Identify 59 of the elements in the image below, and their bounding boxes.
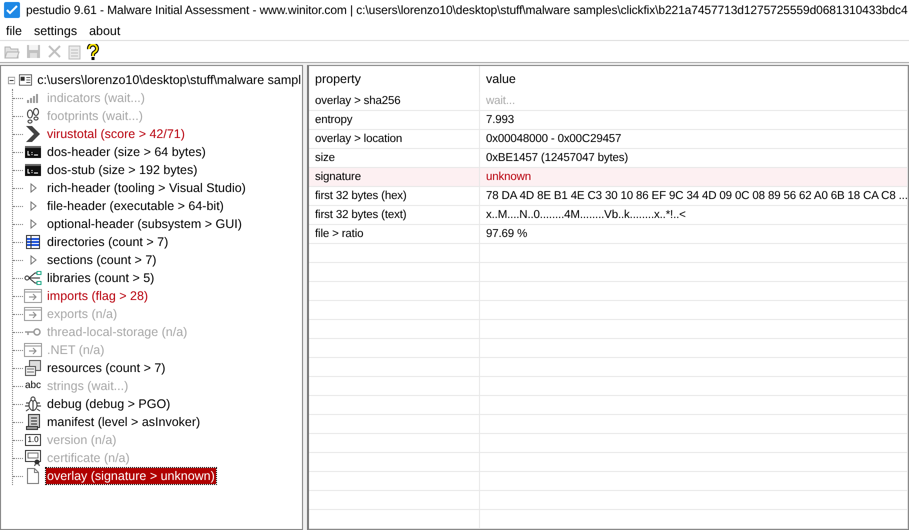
table-cell: 78 DA 4D 8E B1 4E C3 30 10 86 EF 9C 34 4D 09 0C 08 89 56 62 A0 6B 18 CA C8 ... bbox=[480, 186, 908, 206]
table-cell: 7.993 bbox=[480, 110, 908, 130]
table-cell: 97.69 % bbox=[480, 224, 908, 244]
tree-item[interactable]: optional-header (subsystem > GUI) bbox=[46, 216, 243, 232]
table-cell: first 32 bytes (text) bbox=[309, 206, 480, 224]
table-cell: x..M....N..0........4M........Vb..k........x..*!..< bbox=[480, 206, 908, 224]
tree-item[interactable]: overlay (signature > unknown) bbox=[46, 468, 216, 484]
window-title: pestudio 9.61 - Malware Initial Assessment - www.winitor.com | c:\users\lorenzo10\desktop\stuff\malware samples\clickfix\b221a7457713d1275725559d0681310433bdc4 bbox=[26, 3, 908, 18]
tree-item[interactable]: directories (count > 7) bbox=[46, 234, 170, 250]
table-icon bbox=[26, 235, 40, 249]
help-icon bbox=[87, 44, 99, 60]
tree-item[interactable]: dos-header (size > 64 bytes) bbox=[46, 144, 207, 160]
column-header[interactable]: property bbox=[309, 66, 480, 92]
tree-item[interactable]: dos-stub (size > 192 bytes) bbox=[46, 162, 198, 178]
abc-icon: abc bbox=[24, 381, 42, 391]
certificate-icon bbox=[25, 450, 41, 466]
triangle-icon bbox=[30, 255, 36, 265]
tree-item[interactable]: libraries (count > 5) bbox=[46, 270, 156, 286]
tree-item[interactable]: rich-header (tooling > Visual Studio) bbox=[46, 180, 247, 196]
table-cell: first 32 bytes (hex) bbox=[309, 186, 480, 206]
tree-item[interactable]: imports (flag > 28) bbox=[46, 288, 150, 304]
table-cell: file > ratio bbox=[309, 224, 480, 244]
folder-icon bbox=[4, 44, 20, 59]
collapse-icon[interactable] bbox=[8, 76, 16, 84]
table-cell: signature bbox=[309, 168, 480, 186]
table-cell: overlay > location bbox=[309, 130, 480, 148]
table-cell: overlay > sha256 bbox=[309, 92, 480, 110]
toolbar-button[interactable] bbox=[85, 42, 101, 62]
column-header[interactable]: value bbox=[480, 66, 908, 92]
version-icon: 1.0 bbox=[25, 434, 41, 446]
table-cell: entropy bbox=[309, 110, 480, 130]
window-icon bbox=[19, 73, 32, 87]
table-cell: wait... bbox=[480, 92, 908, 110]
menu-item[interactable]: file bbox=[0, 22, 28, 40]
resource-icon bbox=[25, 360, 41, 376]
scroll-icon bbox=[26, 414, 40, 430]
branch-icon bbox=[24, 271, 42, 285]
console-icon bbox=[25, 164, 41, 176]
tree-item[interactable]: file-header (executable > 64-bit) bbox=[46, 198, 225, 214]
bug-icon bbox=[25, 396, 41, 412]
bar-chart-icon bbox=[27, 93, 39, 103]
menu-item[interactable]: about bbox=[83, 22, 126, 40]
key-icon bbox=[25, 328, 41, 336]
tree-item[interactable]: manifest (level > asInvoker) bbox=[46, 414, 202, 430]
scissors-icon bbox=[47, 44, 62, 60]
tree-item[interactable]: debug (debug > PGO) bbox=[46, 396, 172, 412]
menu-item[interactable]: settings bbox=[28, 22, 84, 40]
tree-item[interactable]: virustotal (score > 42/71) bbox=[46, 126, 186, 142]
chevron-icon bbox=[26, 126, 40, 142]
save-icon bbox=[26, 44, 41, 60]
clipboard-icon bbox=[68, 44, 81, 60]
page-icon bbox=[27, 468, 39, 484]
footprints-icon bbox=[26, 108, 40, 124]
console-icon bbox=[25, 146, 41, 158]
tree-item[interactable]: sections (count > 7) bbox=[46, 252, 158, 268]
tree-item[interactable]: resources (count > 7) bbox=[46, 360, 166, 376]
table-cell: unknown bbox=[480, 168, 908, 186]
table-cell: 0x00048000 - 0x00C29457 bbox=[480, 130, 908, 148]
tree-root-label[interactable]: c:\users\lorenzo10\desktop\stuff\malware sampl bbox=[36, 72, 302, 88]
